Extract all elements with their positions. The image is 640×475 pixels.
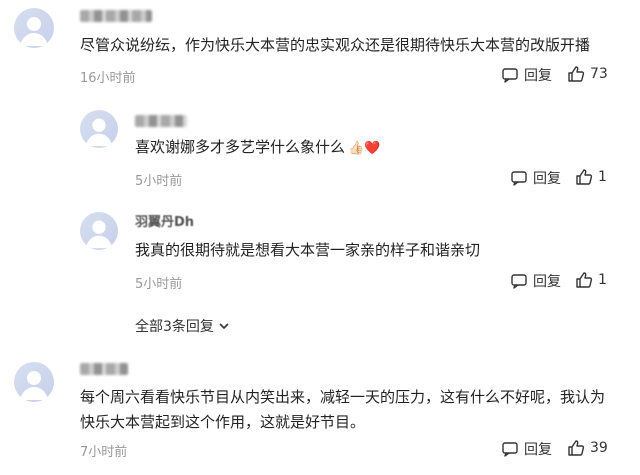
like-count: 1 [598, 272, 607, 288]
reply-label: 回复 [533, 274, 561, 290]
comment-icon [502, 68, 518, 83]
like-button[interactable]: 1 [575, 168, 607, 186]
comment-time: 16小时前 [80, 71, 136, 86]
reply-button[interactable]: 回复 [501, 439, 552, 459]
reply-button[interactable]: 回复 [510, 271, 561, 291]
thumbs-up-icon [568, 66, 585, 82]
username-redacted [80, 10, 152, 22]
like-count: 1 [598, 169, 607, 185]
like-button[interactable]: 1 [575, 271, 607, 289]
avatar-placeholder-icon [85, 118, 113, 147]
comment-text: 尽管众说纷纭，作为快乐大本营的忠实观众还是很期待快乐大本营的改版开播 [80, 36, 591, 54]
emoji-icons: 👍🏻❤️ [348, 141, 381, 156]
avatar[interactable] [14, 362, 54, 402]
avatar-placeholder-icon [85, 220, 113, 249]
like-count: 39 [590, 440, 608, 456]
reply-button[interactable]: 回复 [501, 65, 552, 85]
comment-time: 7小时前 [80, 445, 128, 460]
like-count: 73 [590, 66, 608, 82]
like-button[interactable]: 39 [567, 439, 608, 457]
show-all-replies-label: 全部3条回复 [135, 319, 214, 335]
reply-text: 喜欢谢娜多才多艺学什么象什么 👍🏻❤️ [135, 135, 605, 161]
reply-label: 回复 [524, 442, 552, 458]
avatar[interactable] [14, 8, 54, 48]
thumbs-up-icon [576, 272, 593, 288]
avatar-placeholder-icon [20, 371, 48, 400]
reply-time: 5小时前 [135, 277, 183, 292]
reply-text: 我真的很期待就是想看大本营一家亲的样子和谐亲切 [135, 241, 481, 259]
like-button[interactable]: 73 [567, 65, 608, 83]
username-redacted [135, 115, 187, 127]
reply-time: 5小时前 [135, 174, 183, 189]
username[interactable]: 羽翼丹Dh [135, 211, 194, 230]
comment-text: 每个周六看看快乐节目从内笑出来，减轻一天的压力，这有什么不好呢，我认为快乐大本营… [80, 388, 606, 431]
chevron-down-icon [219, 323, 229, 330]
avatar-placeholder-icon [20, 17, 48, 46]
reply-button[interactable]: 回复 [510, 168, 561, 188]
username-redacted [80, 363, 128, 375]
thumbs-up-icon [568, 440, 585, 456]
reply-label: 回复 [524, 68, 552, 84]
reply-text-body: 喜欢谢娜多才多艺学什么象什么 [135, 138, 346, 156]
show-all-replies-button[interactable]: 全部3条回复 [135, 316, 230, 336]
comment-icon [502, 442, 518, 457]
avatar[interactable] [80, 110, 118, 148]
comment-icon [511, 274, 527, 289]
reply-label: 回复 [533, 171, 561, 187]
thumbs-up-icon [576, 169, 593, 185]
avatar[interactable] [80, 212, 118, 250]
comment-icon [511, 171, 527, 186]
